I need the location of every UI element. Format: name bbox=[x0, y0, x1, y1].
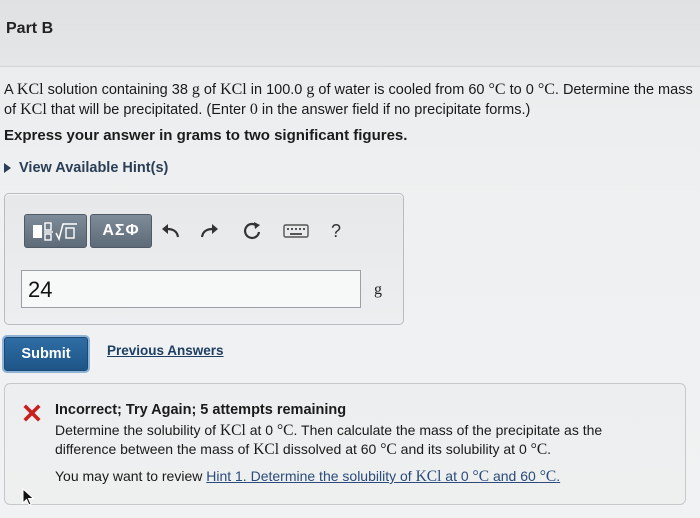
feedback-title: Incorrect; Try Again; 5 attempts remaini… bbox=[55, 402, 347, 418]
hint-1-link[interactable]: Hint 1. Determine the solubility of KCl … bbox=[206, 468, 560, 485]
redo-icon bbox=[200, 224, 218, 238]
expand-triangle-icon bbox=[4, 163, 11, 173]
undo-icon bbox=[162, 224, 180, 238]
redo-button[interactable] bbox=[197, 219, 223, 243]
reset-icon bbox=[244, 222, 261, 239]
problem-statement: A KCl solution containing 38 g of KCl in… bbox=[4, 81, 693, 118]
undo-button[interactable] bbox=[157, 219, 183, 243]
incorrect-x-icon bbox=[23, 404, 41, 422]
answer-instruction: Express your answer in grams to two sign… bbox=[4, 127, 408, 144]
templates-button[interactable] bbox=[24, 214, 87, 248]
feedback-body: Determine the solubility of KCl at 0 °C.… bbox=[55, 422, 603, 458]
submit-button[interactable]: Submit bbox=[4, 337, 88, 371]
greek-symbols-button[interactable]: ΑΣΦ bbox=[90, 214, 152, 248]
view-hints-label: View Available Hint(s) bbox=[19, 160, 169, 176]
help-button[interactable]: ? bbox=[323, 219, 349, 243]
keyboard-icon bbox=[283, 224, 309, 238]
part-title: Part B bbox=[6, 20, 54, 37]
feedback-review: You may want to review Hint 1. Determine… bbox=[55, 468, 561, 485]
part-header: Part B bbox=[0, 0, 700, 67]
answer-panel: ΑΣΦ ? 24 g bbox=[4, 193, 404, 325]
mouse-cursor-icon bbox=[22, 488, 35, 506]
feedback-panel: Incorrect; Try Again; 5 attempts remaini… bbox=[4, 383, 686, 505]
previous-answers-link[interactable]: Previous Answers bbox=[107, 343, 224, 358]
keyboard-button[interactable] bbox=[281, 219, 311, 243]
answer-input[interactable]: 24 bbox=[21, 270, 361, 308]
answer-unit: g bbox=[374, 281, 382, 298]
view-hints-toggle[interactable]: View Available Hint(s) bbox=[4, 160, 168, 176]
templates-icon bbox=[32, 222, 77, 242]
reset-button[interactable] bbox=[239, 219, 265, 243]
